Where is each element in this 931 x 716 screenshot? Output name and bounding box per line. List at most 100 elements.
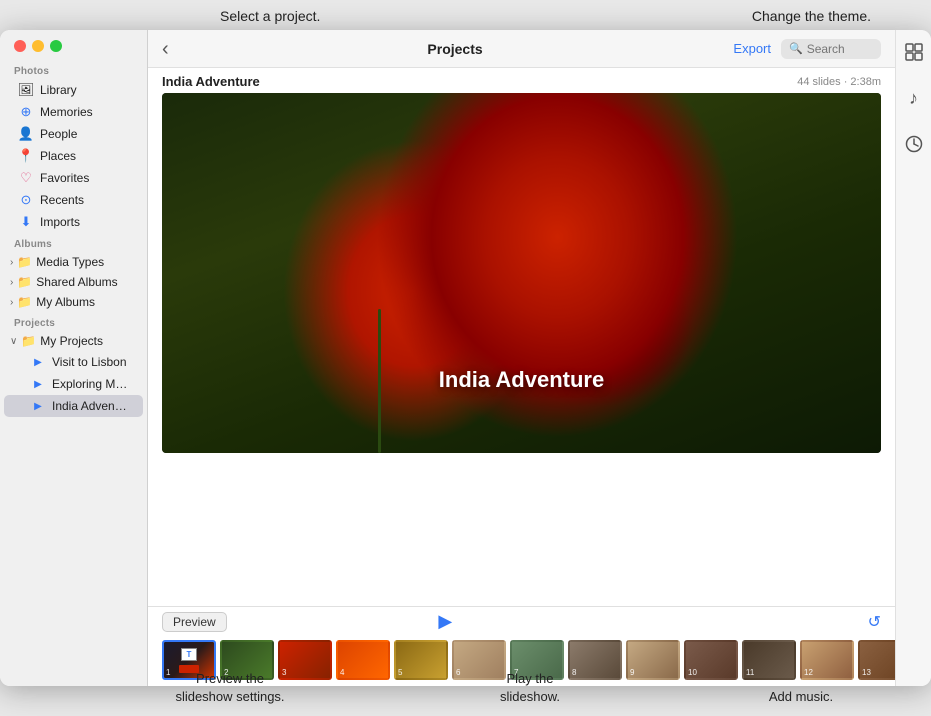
sidebar-item-library-label: Library: [40, 83, 129, 97]
sidebar-item-people-label: People: [40, 127, 129, 141]
search-box[interactable]: 🔍: [781, 39, 881, 59]
slideshow-icon-2: ▶: [30, 376, 46, 392]
media-types-icon: 📁: [17, 255, 32, 269]
favorites-icon: ♡: [18, 170, 34, 186]
duration-button[interactable]: [900, 130, 928, 158]
slide-number-6: 6: [456, 668, 460, 677]
film-slide-8[interactable]: 8: [568, 640, 622, 680]
sidebar-item-visit-lisbon[interactable]: ▶ Visit to Lisbon: [4, 351, 143, 373]
albums-section-label: Albums: [0, 233, 147, 252]
slide-number-12: 12: [804, 668, 813, 677]
chevron-right-icon-2: ›: [10, 277, 13, 288]
recents-icon: ⊙: [18, 192, 34, 208]
my-projects-icon: 📁: [21, 334, 36, 348]
sidebar-item-favorites-label: Favorites: [40, 171, 129, 185]
slide-number-8: 8: [572, 668, 576, 677]
tooltip-change-theme: Change the theme.: [752, 8, 871, 24]
projects-section-label: Projects: [0, 312, 147, 331]
toolbar: ‹ Projects Export 🔍: [148, 30, 895, 68]
film-slide-5[interactable]: 5: [394, 640, 448, 680]
film-slide-6[interactable]: 6: [452, 640, 506, 680]
sidebar-item-india-adventure[interactable]: ▶ India Adventure: [4, 395, 143, 417]
main-window: Photos 🖼 Library ⊕ Memories 👤 People 📍 P…: [0, 30, 931, 686]
sidebar-group-my-projects[interactable]: ∨ 📁 My Projects: [0, 331, 147, 351]
people-icon: 👤: [18, 126, 34, 142]
slide-number-5: 5: [398, 668, 402, 677]
window-controls: [0, 30, 147, 60]
my-albums-label: My Albums: [36, 295, 95, 309]
sidebar-item-exploring-mor[interactable]: ▶ Exploring Mor...: [4, 373, 143, 395]
sidebar-item-places-label: Places: [40, 149, 129, 163]
chevron-down-icon: ∨: [10, 336, 17, 347]
sidebar-item-memories-label: Memories: [40, 105, 129, 119]
sidebar-item-memories[interactable]: ⊕ Memories: [4, 101, 143, 123]
theme-button[interactable]: [900, 38, 928, 66]
media-types-label: Media Types: [36, 255, 104, 269]
tooltip-add-music: Add music.: [751, 688, 851, 706]
visit-lisbon-label: Visit to Lisbon: [52, 355, 129, 369]
slideshow-preview-image: India Adventure: [162, 93, 881, 453]
play-button[interactable]: ▶: [438, 611, 452, 632]
preview-button[interactable]: Preview: [162, 612, 227, 632]
search-input[interactable]: [807, 42, 877, 56]
sidebar-item-recents-label: Recents: [40, 193, 129, 207]
project-name: India Adventure: [162, 74, 260, 89]
film-slide-1[interactable]: T1: [162, 640, 216, 680]
film-slide-11[interactable]: 11: [742, 640, 796, 680]
film-slide-12[interactable]: 12: [800, 640, 854, 680]
imports-icon: ⬇: [18, 214, 34, 230]
close-button[interactable]: [14, 40, 26, 52]
sidebar-item-favorites[interactable]: ♡ Favorites: [4, 167, 143, 189]
sidebar-item-imports[interactable]: ⬇ Imports: [4, 211, 143, 233]
export-button[interactable]: Export: [733, 41, 771, 56]
loop-button[interactable]: ↺: [868, 612, 881, 632]
music-button[interactable]: ♪: [900, 84, 928, 112]
library-icon: 🖼: [18, 82, 34, 98]
slideshow-icon-1: ▶: [30, 354, 46, 370]
my-projects-label: My Projects: [40, 334, 103, 348]
film-slide-4[interactable]: 4: [336, 640, 390, 680]
sidebar-group-media-types[interactable]: › 📁 Media Types: [0, 252, 147, 272]
poppy-stem: [378, 309, 381, 453]
chevron-right-icon: ›: [10, 257, 13, 268]
back-button[interactable]: ‹: [162, 39, 169, 59]
slideshow-icon-3: ▶: [30, 398, 46, 414]
sidebar-item-library[interactable]: 🖼 Library: [4, 79, 143, 101]
main-content: ‹ Projects Export 🔍 India Adventure 44 s…: [148, 30, 895, 686]
film-slide-7[interactable]: 7: [510, 640, 564, 680]
project-info: 44 slides · 2:38m: [797, 76, 881, 88]
bottom-controls: Preview ▶ ↺ T123456789101112131415+: [148, 606, 895, 686]
sidebar-group-my-albums[interactable]: › 📁 My Albums: [0, 292, 147, 312]
poppy-background: [162, 93, 881, 453]
slide-number-9: 9: [630, 668, 634, 677]
tooltip-select-project: Select a project.: [220, 8, 320, 24]
minimize-button[interactable]: [32, 40, 44, 52]
slide-number-11: 11: [746, 668, 754, 677]
film-slide-9[interactable]: 9: [626, 640, 680, 680]
search-icon: 🔍: [789, 42, 803, 55]
film-slide-2[interactable]: 2: [220, 640, 274, 680]
slide-number-7: 7: [514, 668, 518, 677]
film-slide-3[interactable]: 3: [278, 640, 332, 680]
film-slide-13[interactable]: 13: [858, 640, 895, 680]
my-albums-icon: 📁: [17, 295, 32, 309]
slide-number-10: 10: [688, 668, 697, 677]
film-slide-10[interactable]: 10: [684, 640, 738, 680]
memories-icon: ⊕: [18, 104, 34, 120]
shared-albums-icon: 📁: [17, 275, 32, 289]
slideshow-overlay-title: India Adventure: [439, 367, 604, 393]
slide-number-1: 1: [166, 668, 170, 677]
maximize-button[interactable]: [50, 40, 62, 52]
sidebar-item-people[interactable]: 👤 People: [4, 123, 143, 145]
slide-number-3: 3: [282, 668, 286, 677]
chevron-right-icon-3: ›: [10, 297, 13, 308]
project-header: India Adventure 44 slides · 2:38m: [148, 68, 895, 93]
slideshow-area: India Adventure: [148, 93, 895, 606]
toolbar-title: Projects: [177, 41, 734, 57]
filmstrip: T123456789101112131415+: [148, 636, 895, 686]
sidebar-group-shared-albums[interactable]: › 📁 Shared Albums: [0, 272, 147, 292]
sidebar-item-recents[interactable]: ⊙ Recents: [4, 189, 143, 211]
sidebar-item-places[interactable]: 📍 Places: [4, 145, 143, 167]
controls-bar: Preview ▶ ↺: [148, 607, 895, 636]
shared-albums-label: Shared Albums: [36, 275, 117, 289]
